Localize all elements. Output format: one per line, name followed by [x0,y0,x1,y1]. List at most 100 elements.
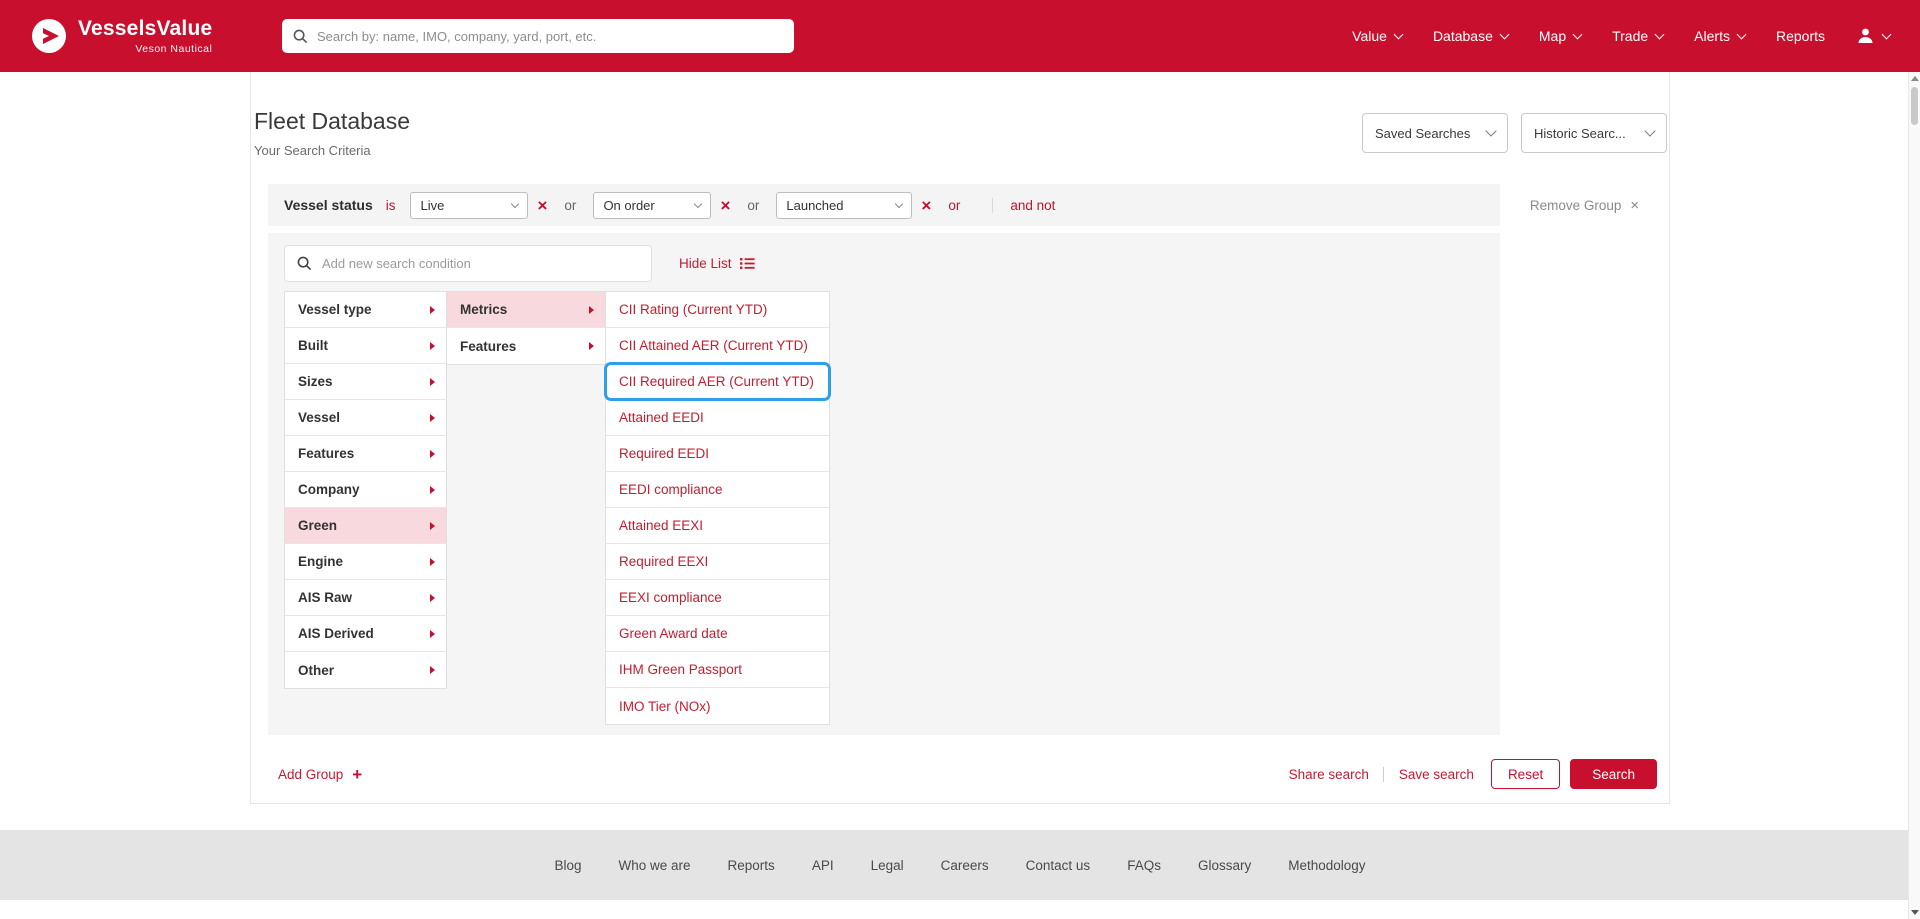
saved-searches-label: Saved Searches [1375,126,1470,141]
brand-subtitle: Veson Nautical [78,43,212,55]
add-or-condition-link[interactable]: or [948,198,960,213]
option-cii-attained-aer[interactable]: CII Attained AER (Current YTD) [606,328,829,364]
or-separator: or [747,198,759,213]
menu-item-sizes[interactable]: Sizes [285,364,446,400]
menu-item-built[interactable]: Built [285,328,446,364]
chevron-right-icon [430,342,435,350]
option-eexi-compliance[interactable]: EEXI compliance [606,580,829,616]
menu-column-categories: Vessel type Built Sizes Vessel Features … [284,291,447,689]
condition-search-input[interactable] [322,256,639,271]
option-attained-eedi[interactable]: Attained EEDI [606,400,829,436]
option-required-eedi[interactable]: Required EEDI [606,436,829,472]
footer-link-legal[interactable]: Legal [871,858,904,873]
nav-label: Reports [1776,28,1825,44]
chevron-down-icon [1499,29,1509,39]
option-imo-tier-nox[interactable]: IMO Tier (NOx) [606,688,829,724]
footer-link-blog[interactable]: Blog [554,858,581,873]
chevron-right-icon [589,306,594,314]
nav-item-database[interactable]: Database [1433,28,1508,44]
menu-item-ais-raw[interactable]: AIS Raw [285,580,446,616]
menu-item-label: Metrics [460,302,507,317]
add-and-not-condition-link[interactable]: and not [992,198,1055,213]
condition-search[interactable] [284,245,652,282]
saved-searches-dropdown[interactable]: Saved Searches [1362,113,1508,153]
menu-item-engine[interactable]: Engine [285,544,446,580]
menu-column-subcategories: Metrics Features [446,291,606,365]
option-required-eexi[interactable]: Required EEXI [606,544,829,580]
vertical-scrollbar[interactable] [1908,72,1920,919]
chevron-down-icon [1573,29,1583,39]
menu-item-vessel[interactable]: Vessel [285,400,446,436]
scroll-up-icon[interactable] [1911,76,1919,81]
chevron-right-icon [430,306,435,314]
menu-item-features[interactable]: Features [285,436,446,472]
menu-item-other[interactable]: Other [285,652,446,688]
menu-item-label: Sizes [298,374,333,389]
menu-item-green[interactable]: Green [285,508,446,544]
reset-button[interactable]: Reset [1491,759,1560,789]
chevron-down-icon [1737,29,1747,39]
option-label: IMO Tier (NOx) [619,699,711,714]
vessel-status-value-3: Launched [786,198,843,213]
historic-searches-dropdown[interactable]: Historic Searc... [1521,113,1667,153]
save-search-link[interactable]: Save search [1383,767,1474,782]
remove-condition-1-icon[interactable]: × [537,197,547,214]
add-group-button[interactable]: Add Group + [278,766,362,783]
remove-condition-3-icon[interactable]: × [921,197,931,214]
criteria-rail: Remove Group × [1500,184,1669,214]
footer-link-faqs[interactable]: FAQs [1127,858,1161,873]
chevron-right-icon [430,630,435,638]
footer-link-methodology[interactable]: Methodology [1288,858,1365,873]
top-navigation-bar: VesselsValue Veson Nautical Value Databa… [0,0,1920,72]
search-button[interactable]: Search [1570,759,1657,789]
menu-item-ais-derived[interactable]: AIS Derived [285,616,446,652]
footer-link-contact-us[interactable]: Contact us [1026,858,1091,873]
criteria-row: Vessel status is Live × or On order × or [268,184,1500,226]
option-eedi-compliance[interactable]: EEDI compliance [606,472,829,508]
vessel-status-select-2[interactable]: On order [593,192,711,219]
hide-list-toggle[interactable]: Hide List [679,256,755,271]
option-green-award-date[interactable]: Green Award date [606,616,829,652]
global-search[interactable] [282,19,794,53]
global-search-input[interactable] [317,29,783,44]
footer-link-reports[interactable]: Reports [728,858,775,873]
option-cii-required-aer[interactable]: CII Required AER (Current YTD) [606,364,829,400]
menu-item-label: AIS Raw [298,590,352,605]
footer-link-who-we-are[interactable]: Who we are [619,858,691,873]
option-ihm-green-passport[interactable]: IHM Green Passport [606,652,829,688]
vessel-status-select-3[interactable]: Launched [776,192,912,219]
remove-condition-2-icon[interactable]: × [720,197,730,214]
actions-right: Share search Save search Reset Search [1289,759,1657,789]
share-search-link[interactable]: Share search [1289,767,1369,782]
menu-item-company[interactable]: Company [285,472,446,508]
vessel-status-select-1[interactable]: Live [410,192,528,219]
scroll-down-icon[interactable] [1911,910,1919,915]
footer-link-glossary[interactable]: Glossary [1198,858,1251,873]
submenu-item-metrics[interactable]: Metrics [447,292,605,328]
nav-item-map[interactable]: Map [1539,28,1581,44]
option-attained-eexi[interactable]: Attained EEXI [606,508,829,544]
brand-logo[interactable]: VesselsValue Veson Nautical [30,17,212,55]
nav-item-alerts[interactable]: Alerts [1694,28,1745,44]
option-label: IHM Green Passport [619,662,742,677]
search-icon [297,256,312,271]
remove-group-button[interactable]: Remove Group × [1530,197,1639,214]
footer-link-careers[interactable]: Careers [941,858,989,873]
scrollbar-thumb[interactable] [1911,87,1918,125]
menu-item-vessel-type[interactable]: Vessel type [285,292,446,328]
criteria-operator: is [386,198,396,213]
submenu-item-features[interactable]: Features [447,328,605,364]
option-cii-rating[interactable]: CII Rating (Current YTD) [606,292,829,328]
menu-item-label: Built [298,338,328,353]
chevron-right-icon [430,522,435,530]
nav-item-value[interactable]: Value [1352,28,1402,44]
page-title: Fleet Database [254,108,410,135]
menu-item-label: Company [298,482,360,497]
chevron-right-icon [430,414,435,422]
user-menu[interactable] [1856,27,1890,45]
nav-item-reports[interactable]: Reports [1776,28,1825,44]
option-label: Required EEDI [619,446,709,461]
footer-link-api[interactable]: API [812,858,834,873]
menu-item-label: Green [298,518,337,533]
nav-item-trade[interactable]: Trade [1612,28,1663,44]
